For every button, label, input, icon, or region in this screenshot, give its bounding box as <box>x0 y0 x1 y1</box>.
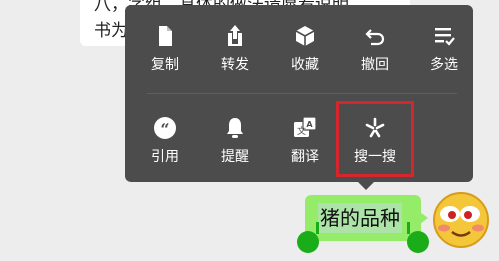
svg-text:文: 文 <box>297 125 306 137</box>
multi-select-icon <box>435 28 455 46</box>
incoming-message-line: 书为 <box>94 21 128 41</box>
selection-handle-stem <box>316 222 319 234</box>
search-highlight-annotation <box>336 101 414 177</box>
selected-message-text[interactable]: 猪的品种 <box>318 203 402 233</box>
menu-item-favorite[interactable]: 收藏 <box>275 24 335 84</box>
menu-item-forward[interactable]: 转发 <box>205 24 265 84</box>
menu-item-translate[interactable]: 文 A 翻译 <box>275 116 335 176</box>
menu-item-label: 引用 <box>151 149 179 165</box>
translate-icon: 文 A <box>294 116 317 137</box>
menu-item-label: 提醒 <box>221 149 249 165</box>
recall-icon <box>365 29 385 46</box>
menu-item-multi-select[interactable]: 多选 <box>414 24 474 84</box>
menu-item-label: 撤回 <box>361 57 389 73</box>
menu-item-label: 多选 <box>430 57 458 73</box>
bell-icon <box>227 118 243 138</box>
emoji-face-icon <box>433 192 489 248</box>
avatar[interactable] <box>430 188 492 250</box>
menu-item-recall[interactable]: 撤回 <box>345 24 405 84</box>
selection-start-handle[interactable] <box>297 231 319 253</box>
svg-text:“: “ <box>160 120 169 139</box>
menu-item-label: 翻译 <box>291 149 319 165</box>
forward-icon <box>228 25 242 46</box>
menu-item-copy[interactable]: 复制 <box>135 24 195 84</box>
menu-pointer-arrow <box>356 180 376 190</box>
menu-item-remind[interactable]: 提醒 <box>205 116 265 176</box>
menu-item-quote[interactable]: “ 引用 <box>135 116 195 176</box>
menu-item-label: 收藏 <box>291 57 319 73</box>
quote-icon: “ <box>154 117 176 139</box>
selection-handle-stem <box>407 222 410 234</box>
menu-item-label: 转发 <box>221 57 249 73</box>
menu-item-label: 复制 <box>151 57 179 73</box>
selection-end-handle[interactable] <box>407 231 429 253</box>
menu-divider <box>147 93 457 94</box>
copy-icon <box>159 26 172 46</box>
favorite-icon <box>295 26 315 46</box>
svg-text:A: A <box>306 120 313 129</box>
bubble-tail <box>420 212 428 224</box>
